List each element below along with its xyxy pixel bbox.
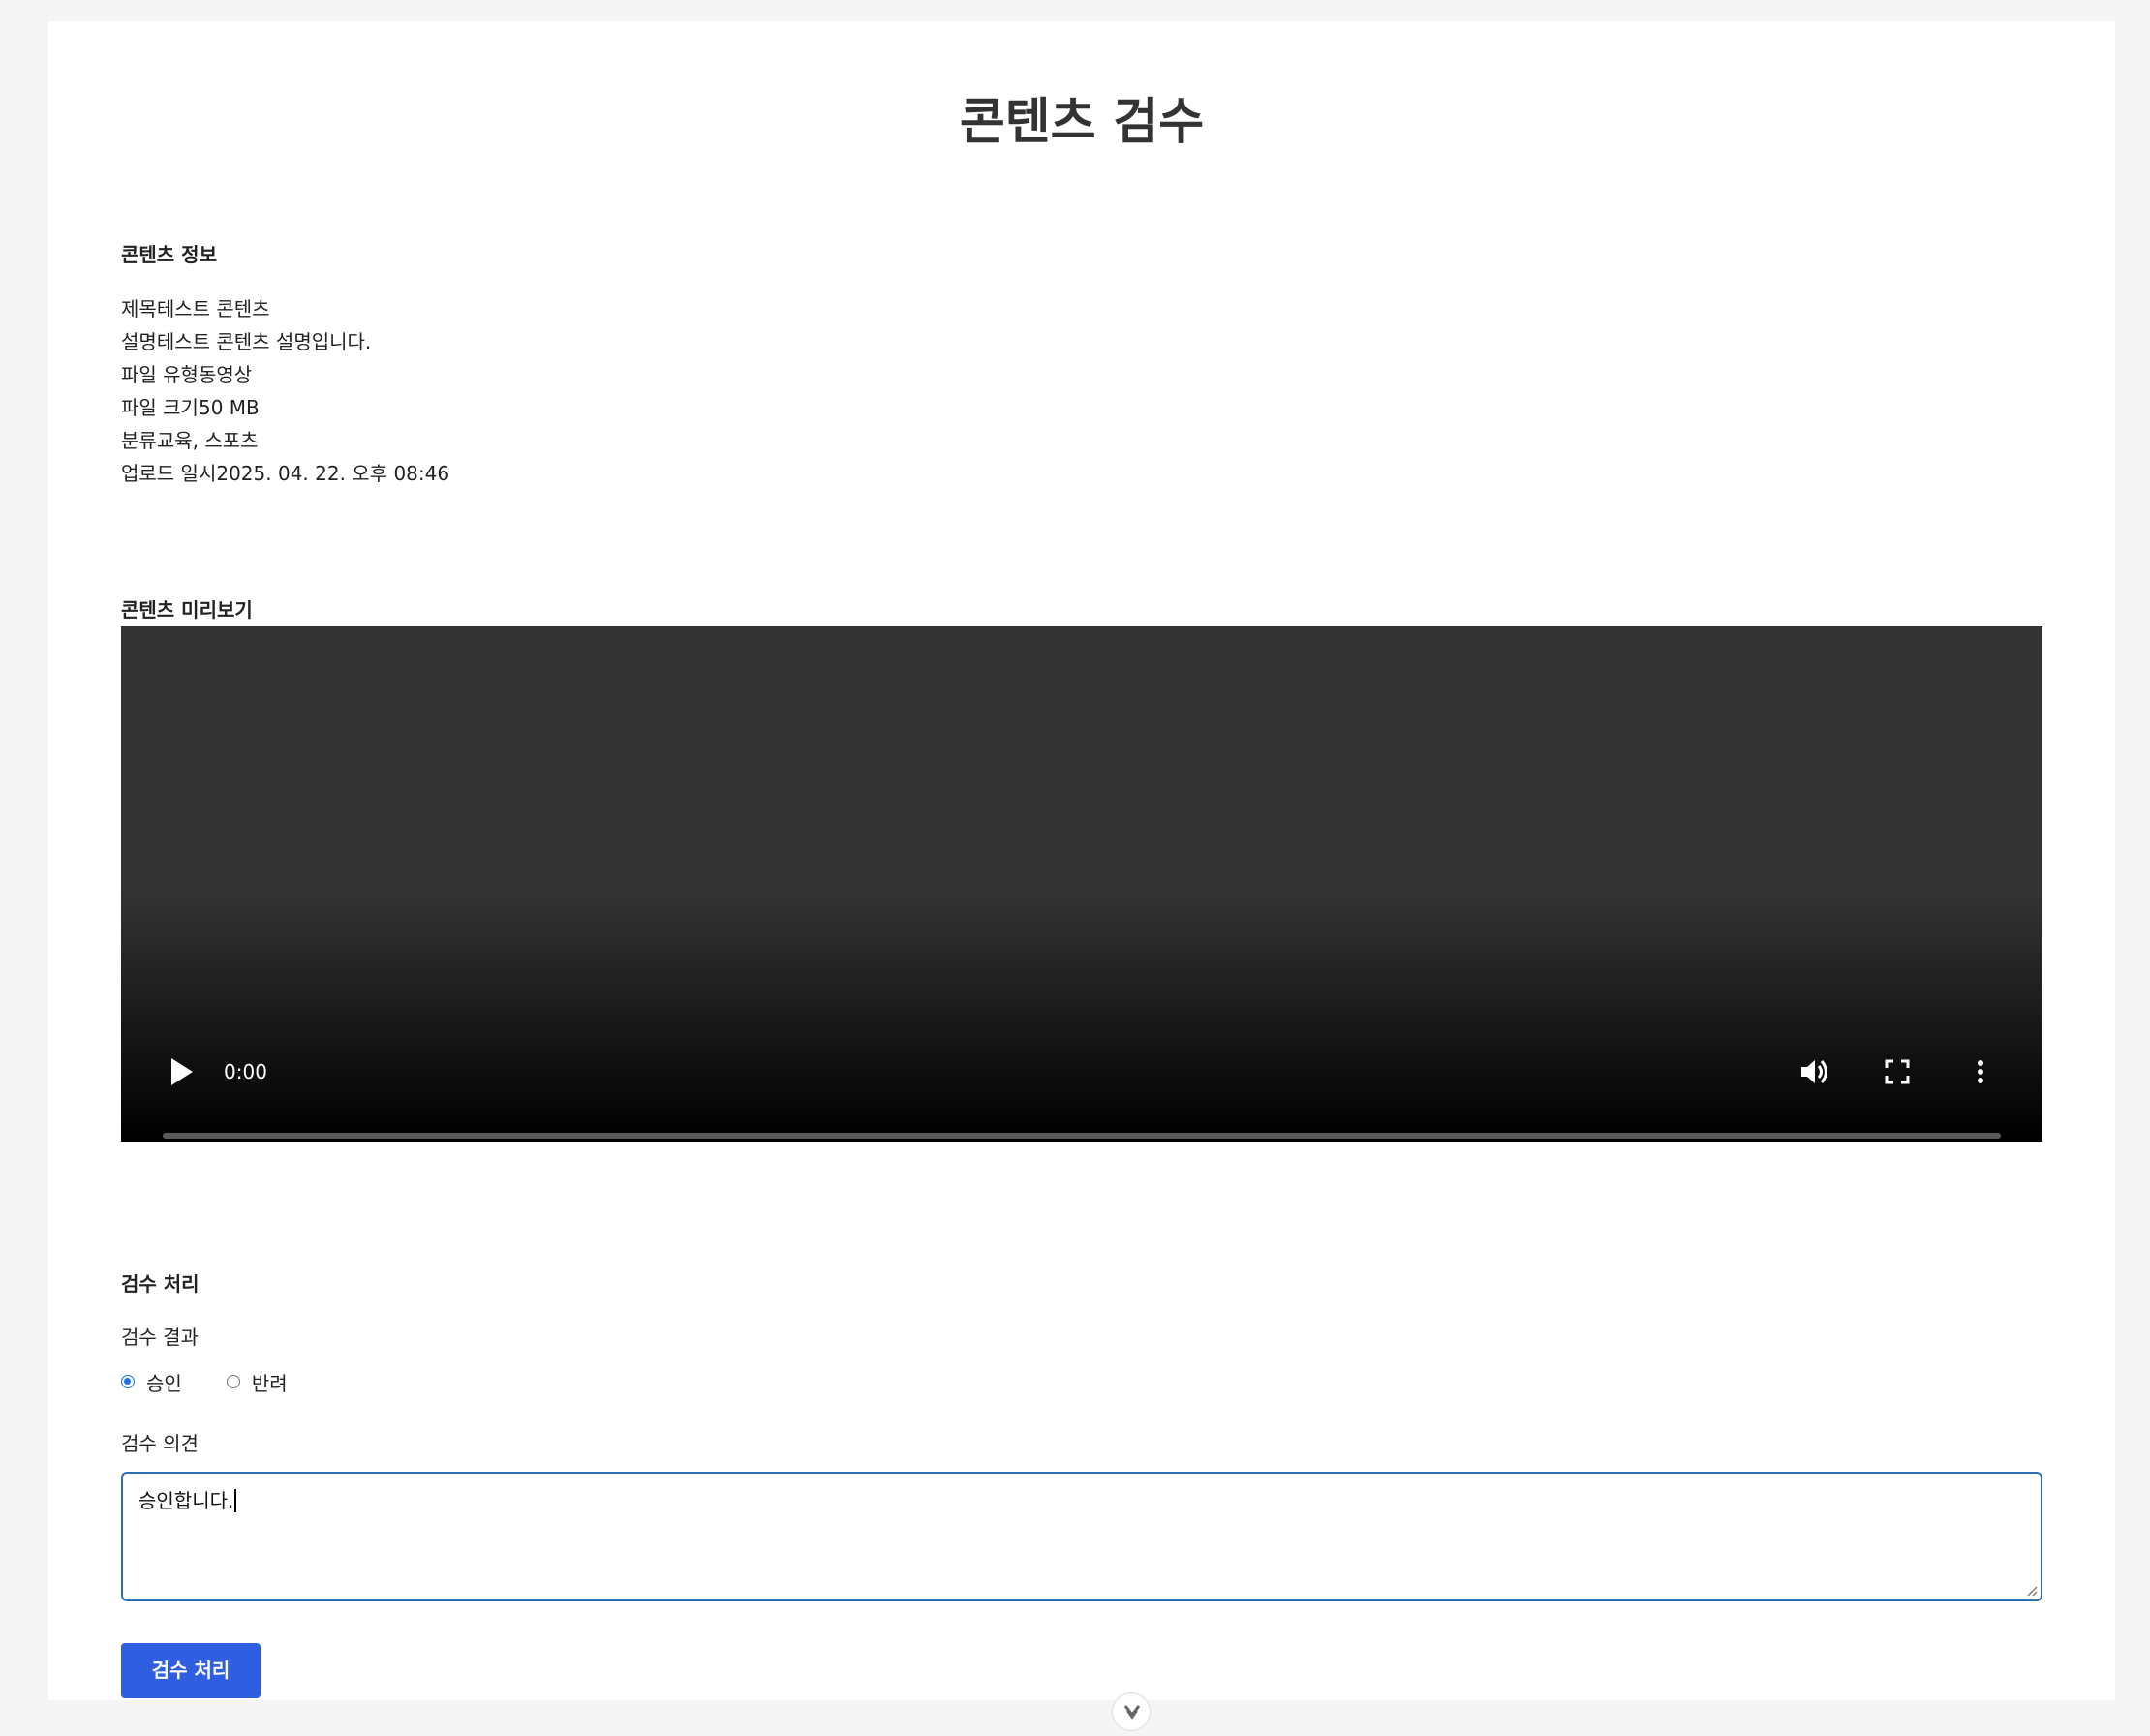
- review-result-radio-group: 승인 반려: [121, 1367, 332, 1396]
- scroll-down-button[interactable]: [1112, 1692, 1151, 1731]
- play-icon[interactable]: [171, 1058, 193, 1085]
- video-progress-bar[interactable]: [163, 1133, 2001, 1139]
- info-value: 2025. 04. 22. 오후 08:46: [216, 462, 450, 485]
- info-label: 설명: [121, 330, 157, 353]
- video-current-time: 0:00: [224, 1060, 267, 1083]
- info-value: 동영상: [198, 363, 253, 386]
- radio-reject-label: 반려: [251, 1371, 288, 1395]
- radio-reject[interactable]: 반려: [226, 1368, 288, 1396]
- info-value: 테스트 콘텐츠 설명입니다.: [156, 330, 372, 353]
- video-player[interactable]: 0:00: [121, 626, 2042, 1142]
- info-value: 테스트 콘텐츠: [156, 297, 270, 320]
- fullscreen-icon[interactable]: [1878, 1052, 1917, 1091]
- radio-approve[interactable]: 승인: [121, 1368, 182, 1396]
- preview-heading: 콘텐츠 미리보기: [121, 598, 253, 622]
- review-heading: 검수 처리: [121, 1272, 200, 1295]
- info-value: 50 MB: [198, 396, 260, 419]
- radio-approve-indicator[interactable]: [121, 1375, 135, 1388]
- info-value: 교육, 스포츠: [156, 429, 259, 452]
- chevron-down-icon: [1123, 1705, 1141, 1720]
- info-row-upload-date: 업로드 일시2025. 04. 22. 오후 08:46: [121, 457, 449, 490]
- info-row-file-size: 파일 크기50 MB: [121, 391, 449, 424]
- text-cursor: [234, 1489, 237, 1512]
- review-comment-textarea[interactable]: 승인합니다.: [121, 1472, 2042, 1601]
- content-info-list: 제목테스트 콘텐츠 설명테스트 콘텐츠 설명입니다. 파일 유형동영상 파일 크…: [121, 292, 449, 490]
- review-card: 콘텐츠 검수 콘텐츠 정보 제목테스트 콘텐츠 설명테스트 콘텐츠 설명입니다.…: [48, 21, 2115, 1731]
- volume-icon[interactable]: [1795, 1052, 1833, 1091]
- page-title: 콘텐츠 검수: [959, 94, 1205, 151]
- info-label: 업로드 일시: [121, 462, 217, 485]
- info-label: 파일 크기: [121, 396, 199, 419]
- info-row-file-type: 파일 유형동영상: [121, 358, 449, 391]
- review-result-label: 검수 결과: [121, 1325, 199, 1349]
- content-info-heading: 콘텐츠 정보: [121, 243, 217, 266]
- more-options-icon[interactable]: [1961, 1052, 2000, 1091]
- info-label: 제목: [121, 297, 157, 320]
- info-label: 파일 유형: [121, 363, 199, 386]
- info-label: 분류: [121, 429, 157, 452]
- review-comment-text: 승인합니다.: [138, 1489, 234, 1512]
- radio-reject-indicator[interactable]: [226, 1375, 240, 1388]
- resize-handle-icon[interactable]: [2024, 1583, 2038, 1597]
- review-comment-label: 검수 의견: [121, 1432, 199, 1455]
- submit-review-button[interactable]: 검수 처리: [121, 1643, 261, 1698]
- radio-approve-label: 승인: [146, 1371, 182, 1395]
- info-row-description: 설명테스트 콘텐츠 설명입니다.: [121, 325, 449, 358]
- info-row-title: 제목테스트 콘텐츠: [121, 292, 449, 325]
- info-row-category: 분류교육, 스포츠: [121, 424, 449, 457]
